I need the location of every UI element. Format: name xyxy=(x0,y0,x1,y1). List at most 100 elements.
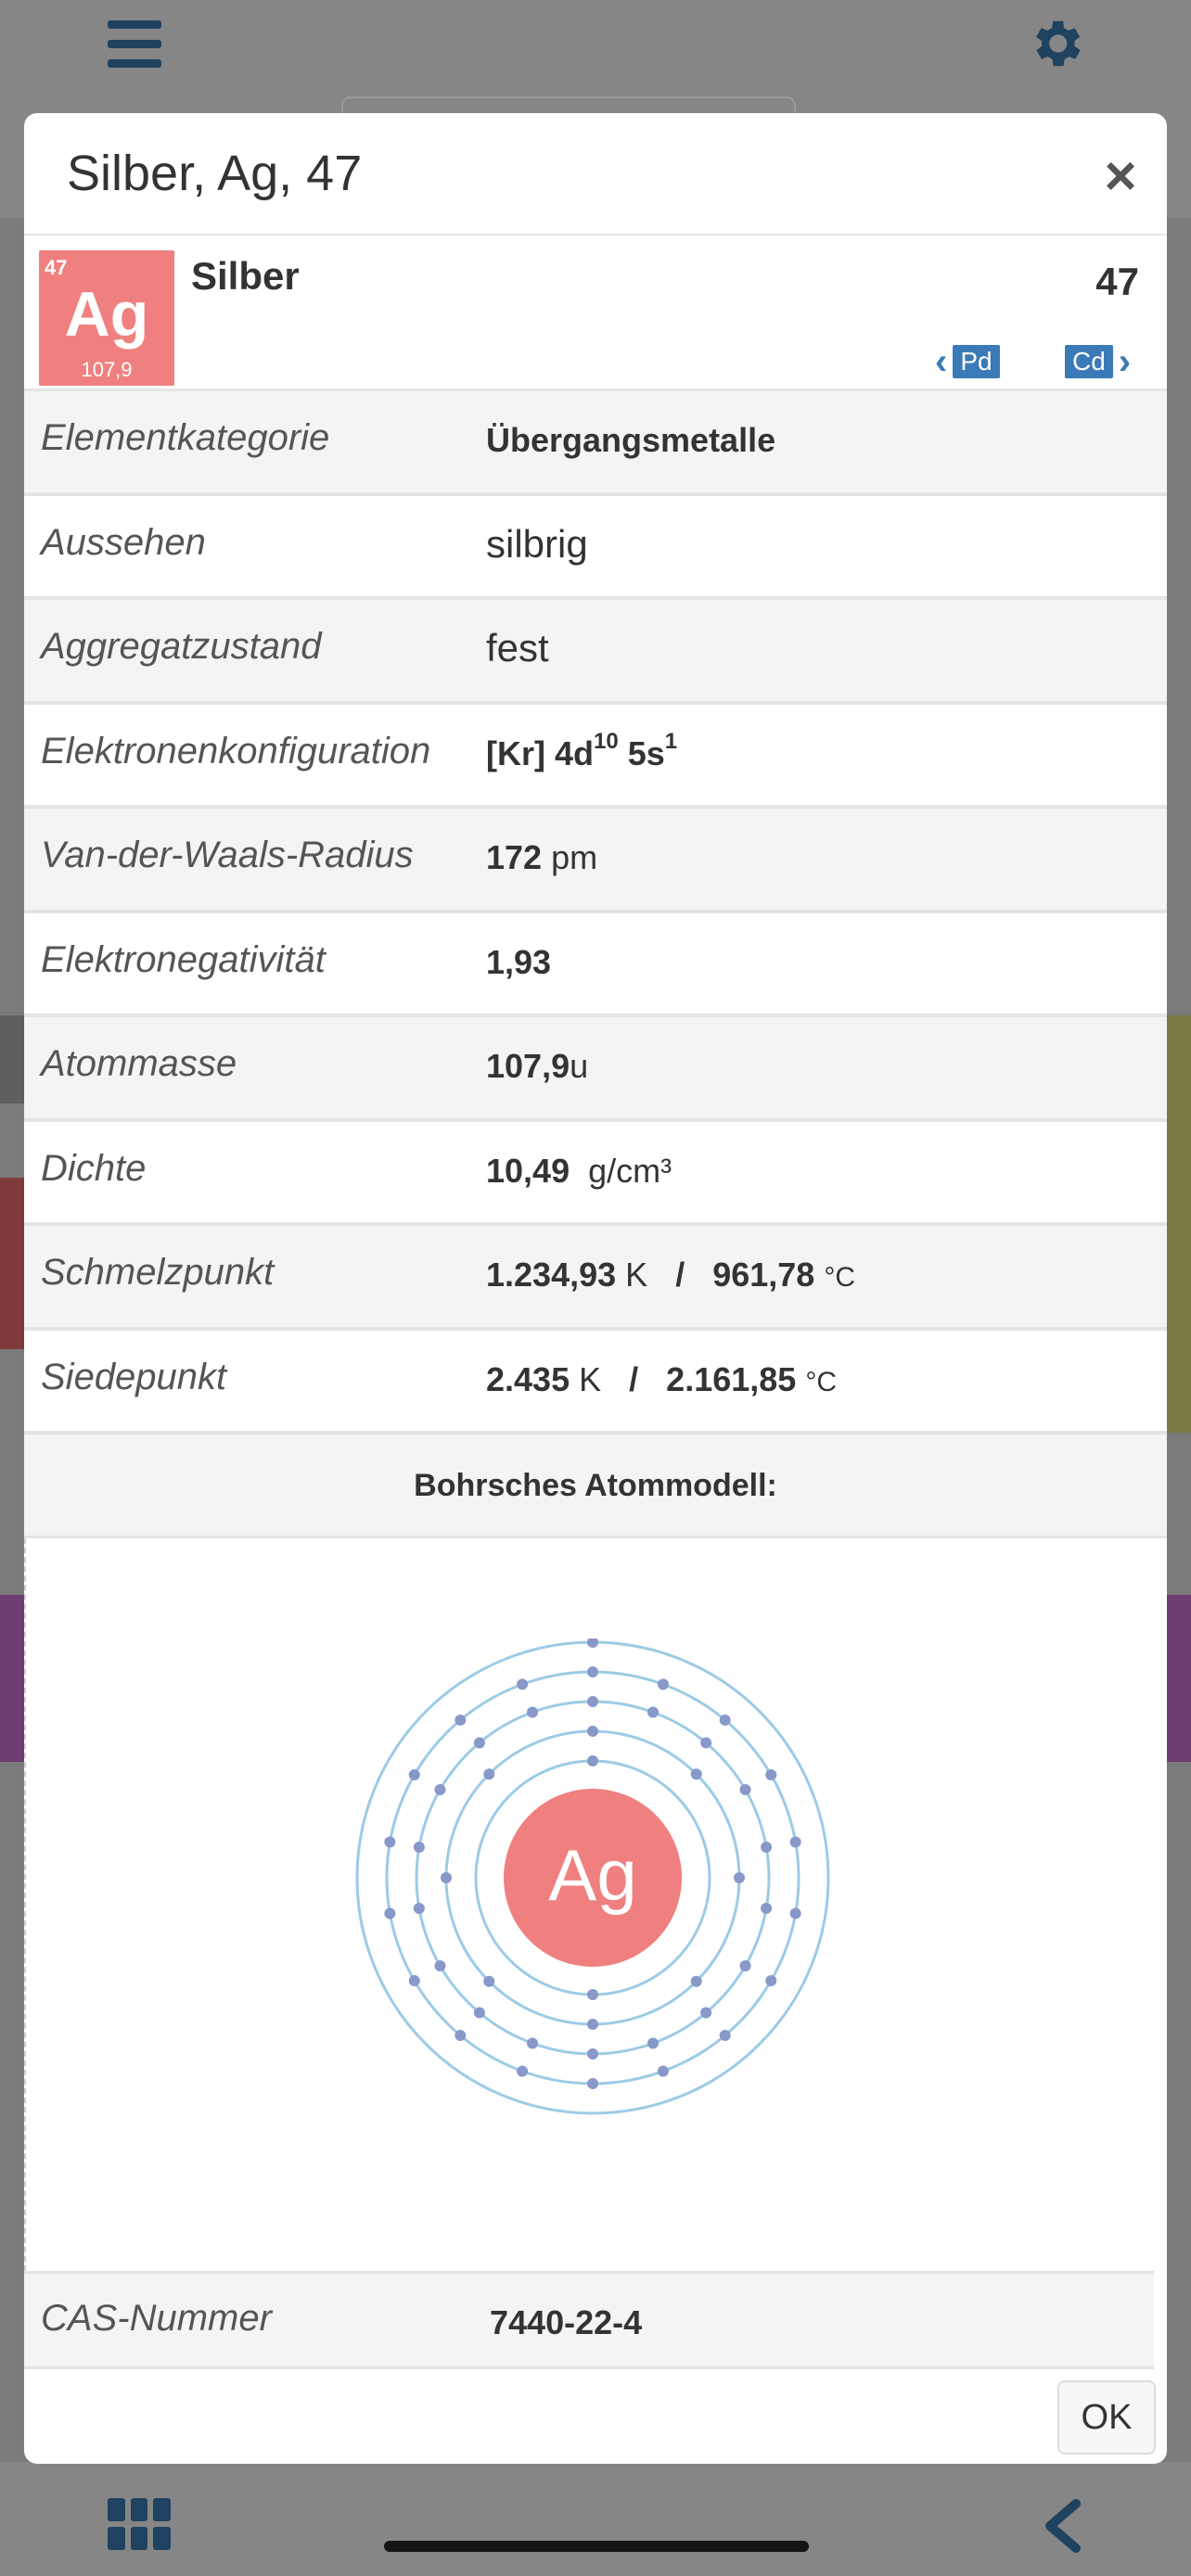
electron xyxy=(473,2007,485,2019)
boiling-celsius: 2.161,85 xyxy=(666,1359,797,1398)
electron xyxy=(455,2030,467,2042)
electron xyxy=(690,1975,702,1987)
previous-element-button[interactable]: ‹ Pd xyxy=(935,343,1005,380)
property-value: silbrig xyxy=(486,521,588,566)
electron xyxy=(408,1769,420,1780)
property-value: 1.234,93 K / 961,78 °C xyxy=(486,1256,855,1294)
tile-symbol: Ag xyxy=(64,279,149,350)
electron xyxy=(789,1907,801,1919)
electron xyxy=(761,1842,773,1854)
property-row-vdw-radius: Van-der-Waals-Radius 172 pm xyxy=(24,809,1167,913)
electron xyxy=(719,1714,731,1726)
property-row-atomic-mass: Atommasse 107,9u xyxy=(24,1017,1167,1122)
electron xyxy=(384,1836,396,1848)
electron xyxy=(587,2078,598,2089)
melting-kelvin: 1.234,93 xyxy=(486,1256,617,1294)
electron xyxy=(517,1678,529,1690)
background-table-right-edge xyxy=(1167,1595,1191,1762)
electron xyxy=(587,1666,598,1677)
property-label: Elektronenkonfiguration xyxy=(41,730,431,772)
mass-unit: u xyxy=(570,1047,589,1085)
bohr-model-heading: Bohrsches Atommodell: xyxy=(24,1435,1167,1538)
property-row-category: Elementkategorie Übergangsmetalle xyxy=(24,391,1167,496)
grid-icon[interactable] xyxy=(108,2498,171,2550)
property-value: [Kr] 4d10 5s1 xyxy=(486,730,677,773)
property-label: Siedepunkt xyxy=(41,1356,227,1397)
bohr-model-diagram: Ag xyxy=(355,1639,830,2115)
boiling-c-unit: °C xyxy=(805,1366,837,1397)
back-chevron-icon[interactable] xyxy=(1037,2498,1089,2554)
boiling-k-unit: K xyxy=(579,1359,602,1398)
chevron-left-icon: ‹ xyxy=(935,341,948,382)
property-row-density: Dichte 10,49 g/cm³ xyxy=(24,1122,1167,1226)
boiling-separator: / xyxy=(629,1359,639,1398)
melting-celsius: 961,78 xyxy=(712,1256,815,1294)
property-label: Elementkategorie xyxy=(41,417,330,458)
density-unit: g/cm³ xyxy=(588,1151,672,1190)
melting-k-unit: K xyxy=(625,1256,648,1294)
property-label: CAS-Nummer xyxy=(41,2298,272,2339)
electron xyxy=(700,1737,712,1749)
bohr-model-area: Ag xyxy=(24,1538,1167,2271)
electron xyxy=(434,1784,446,1795)
tile-atomic-number: 47 xyxy=(45,256,68,279)
bohr-nucleus-label: Ag xyxy=(548,1834,636,1916)
element-summary: 47 Ag 107,9 Silber 47 ‹ Pd Cd › xyxy=(24,236,1167,391)
property-label: Elektronegativität xyxy=(41,938,326,980)
background-bottom-bar xyxy=(0,2462,1191,2576)
boiling-kelvin: 2.435 xyxy=(486,1359,570,1398)
electron xyxy=(739,1960,751,1971)
property-value: 1,93 xyxy=(486,942,552,981)
electron xyxy=(739,1784,751,1795)
electron xyxy=(517,2065,529,2077)
electron xyxy=(587,1696,598,1707)
config-sup-1: 10 xyxy=(594,728,619,754)
modal-title: Silber, Ag, 47 xyxy=(67,146,363,201)
close-button[interactable]: × xyxy=(1095,148,1146,204)
vdw-unit: pm xyxy=(551,838,598,876)
electron xyxy=(690,1768,702,1780)
menu-icon[interactable] xyxy=(108,20,161,69)
background-table-right-edge xyxy=(1167,1015,1191,1433)
electron xyxy=(719,2030,731,2042)
property-row-appearance: Aussehen silbrig xyxy=(24,496,1167,600)
electron xyxy=(765,1975,777,1986)
electron xyxy=(587,1989,598,2000)
config-sup-2: 1 xyxy=(664,728,678,754)
electron xyxy=(434,1960,446,1971)
electron xyxy=(647,1706,659,1718)
electron xyxy=(587,2048,598,2060)
electron xyxy=(384,1907,396,1919)
property-value: 172 pm xyxy=(486,838,597,877)
config-core: [Kr] 4d xyxy=(486,733,594,772)
vdw-value: 172 xyxy=(486,838,543,876)
property-row-electronegativity: Elektronegativität 1,93 xyxy=(24,913,1167,1017)
electron xyxy=(647,2037,659,2049)
electron xyxy=(657,2065,669,2077)
property-label: Van-der-Waals-Radius xyxy=(41,835,414,875)
electron xyxy=(789,1836,801,1848)
element-tile: 47 Ag 107,9 xyxy=(39,250,174,386)
property-row-cas-number: CAS-Nummer 7440-22-4 xyxy=(24,2271,1154,2369)
property-label: Aussehen xyxy=(41,521,206,563)
next-element-button[interactable]: Cd › xyxy=(1059,343,1131,380)
density-value: 10,49 xyxy=(486,1151,570,1190)
property-row-melting-point: Schmelzpunkt 1.234,93 K / 961,78 °C xyxy=(24,1226,1167,1331)
electron xyxy=(413,1902,425,1914)
property-value: fest xyxy=(486,626,549,670)
previous-element-symbol: Pd xyxy=(953,345,1000,378)
electron xyxy=(441,1872,452,1883)
electron xyxy=(455,1714,467,1726)
electron xyxy=(587,1726,598,1737)
electron xyxy=(483,1768,495,1780)
mass-value: 107,9 xyxy=(486,1047,570,1085)
electron xyxy=(587,1755,598,1766)
gear-icon[interactable] xyxy=(1025,13,1086,74)
chevron-right-icon: › xyxy=(1118,341,1132,382)
home-indicator xyxy=(384,2541,809,2552)
property-label: Aggregatzustand xyxy=(41,626,322,667)
ok-button[interactable]: OK xyxy=(1057,2380,1156,2455)
electron xyxy=(483,1975,495,1987)
property-value: 7440-22-4 xyxy=(490,2303,643,2341)
element-detail-modal: Silber, Ag, 47 × 47 Ag 107,9 Silber 47 ‹… xyxy=(24,113,1167,2464)
